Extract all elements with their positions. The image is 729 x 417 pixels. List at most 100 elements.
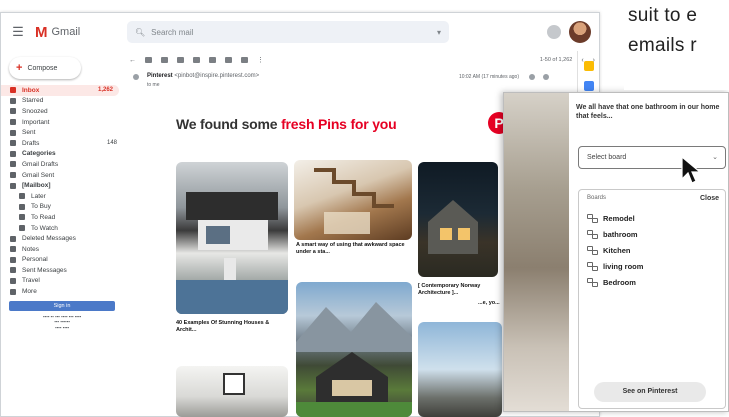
pinterest-save-popup: We all have that one bathroom in our hom… (503, 92, 729, 412)
sidebar-item[interactable]: Later (1, 191, 123, 202)
move-to-icon[interactable] (225, 57, 232, 63)
sidebar-item-icon (19, 225, 25, 232)
stairs-illustration (314, 168, 394, 234)
mouse-cursor-icon (681, 155, 702, 184)
search-bar[interactable]: 🔍︎ Search mail ▾ (127, 21, 449, 43)
pin-image-interior[interactable] (176, 366, 288, 417)
signin-button[interactable]: Sign in (9, 300, 115, 311)
pin-caption-1[interactable]: 40 Examples Of Stunning Houses & Archit.… (176, 320, 288, 334)
sidebar-item[interactable]: Sent Messages (1, 265, 123, 276)
compose-button[interactable]: + Compose (9, 57, 81, 79)
board-item[interactable]: Bedroom (587, 276, 636, 288)
board-item[interactable]: Remodel (587, 212, 635, 224)
pin-image-sky-house[interactable] (418, 322, 502, 417)
search-input[interactable]: Search mail (151, 28, 193, 37)
board-icon (587, 261, 598, 271)
sidebar-item-label: Deleted Messages (22, 235, 76, 243)
sidebar-item[interactable]: Gmail Drafts (1, 159, 123, 170)
star-icon[interactable] (529, 74, 535, 80)
sidebar-item-icon (10, 256, 16, 263)
board-label: Remodel (603, 213, 635, 223)
sidebar-item-label: Sent (22, 129, 36, 137)
compose-label: Compose (27, 64, 58, 72)
snooze-icon[interactable] (209, 57, 216, 63)
sidebar-item-label: Travel (22, 277, 40, 285)
sidebar-item[interactable]: [Mailbox] (1, 180, 123, 191)
sidebar-item[interactable]: Snoozed (1, 106, 123, 117)
reply-icon[interactable] (543, 74, 549, 80)
pin-caption-3[interactable]: [ Contemporary Norway Architecture ]... (418, 283, 504, 297)
sidebar-item[interactable]: To Read (1, 212, 123, 223)
report-spam-icon[interactable] (161, 57, 168, 63)
close-button[interactable]: Close (700, 195, 719, 202)
message-date: 10:02 AM (17 minutes ago) (458, 74, 519, 80)
sidebar-item[interactable]: Deleted Messages (1, 233, 123, 244)
mail-toolbar: ← ⋮ 1-50 of 1,262 ‹ › (129, 53, 595, 67)
back-arrow-icon[interactable]: ← (129, 57, 136, 64)
pin-image-stairs[interactable] (294, 160, 412, 240)
sender-name: Pinterest (147, 73, 173, 79)
sidebar-item-icon (10, 119, 16, 126)
avatar[interactable] (569, 21, 591, 43)
sidebar-item-label: Important (22, 118, 50, 126)
article-text: suit to e emails r (624, 0, 729, 90)
delete-icon[interactable] (177, 57, 184, 63)
pin-caption-2[interactable]: A smart way of using that awkward space … (296, 242, 408, 256)
sidebar-item[interactable]: Categories (1, 149, 123, 160)
sidebar-item-icon (10, 277, 16, 284)
gmail-logo[interactable]: M Gmail (35, 24, 121, 41)
sidebar-item[interactable]: To Buy (1, 202, 123, 213)
board-label: living room (603, 261, 644, 271)
more-icon[interactable]: ⋮ (257, 56, 264, 64)
gmail-topbar: ☰ M Gmail 🔍︎ Search mail ▾ (1, 13, 599, 51)
help-icon[interactable] (547, 25, 561, 39)
sidebar-item[interactable]: Gmail Sent (1, 170, 123, 181)
sidebar-item[interactable]: To Watch (1, 223, 123, 234)
pin-description: We all have that one bathroom in our hom… (576, 104, 720, 120)
sidebar-item[interactable]: Drafts 148 (1, 138, 123, 149)
sidebar-item[interactable]: More (1, 286, 123, 297)
pin-image-modern-house[interactable] (176, 162, 288, 314)
sidebar-item-label: Gmail Drafts (22, 160, 59, 168)
headline-start: We found some (176, 116, 282, 132)
keep-icon[interactable] (583, 61, 594, 71)
sidebar-item-label: Notes (22, 245, 39, 253)
boards-header: Boards (587, 195, 607, 201)
sidebar-item-label: Inbox (22, 86, 40, 94)
sidebar-item[interactable]: Personal (1, 255, 123, 266)
search-options-icon[interactable]: ▾ (437, 28, 441, 37)
see-on-pinterest-button[interactable]: See on Pinterest (594, 382, 706, 402)
page-range: 1-50 of 1,262 (539, 57, 573, 63)
board-item[interactable]: living room (587, 260, 643, 272)
sidebar-item-label: To Read (31, 213, 56, 221)
article-line-1: suit to e (628, 5, 698, 26)
sidebar-item[interactable]: Inbox 1,262 (1, 85, 119, 96)
sidebar-item-icon (10, 246, 16, 253)
sidebar-item[interactable]: Starred (1, 96, 123, 107)
sidebar-item[interactable]: Travel (1, 276, 123, 287)
sidebar-item-icon (10, 172, 16, 179)
board-icon (587, 277, 598, 287)
sidebar-item-icon (10, 108, 16, 115)
sidebar-item-icon (10, 87, 16, 94)
sidebar-item[interactable]: Sent (1, 127, 123, 138)
sidebar-item-label: Gmail Sent (22, 171, 55, 179)
board-item[interactable]: Kitchen (587, 244, 631, 256)
board-item[interactable]: bathroom (587, 228, 638, 240)
sidebar-item[interactable]: Important (1, 117, 123, 128)
headline-highlight: fresh Pins for you (281, 116, 397, 132)
archive-icon[interactable] (145, 57, 152, 63)
sidebar-item-icon (10, 288, 16, 295)
menu-icon[interactable]: ☰ (1, 24, 35, 40)
plus-icon: + (16, 62, 23, 74)
gmail-app-name: Gmail (51, 26, 81, 38)
tasks-icon[interactable] (583, 81, 594, 91)
sidebar-item[interactable]: Notes (1, 244, 123, 255)
article-line-2: emails r (628, 35, 697, 56)
pin-image-mountain-house[interactable] (296, 282, 412, 417)
pin-image-night-cabin[interactable] (418, 162, 498, 277)
sidebar-item-icon (19, 214, 25, 221)
mark-unread-icon[interactable] (193, 57, 200, 63)
cabin-illustration (428, 200, 478, 254)
label-icon[interactable] (241, 57, 248, 63)
